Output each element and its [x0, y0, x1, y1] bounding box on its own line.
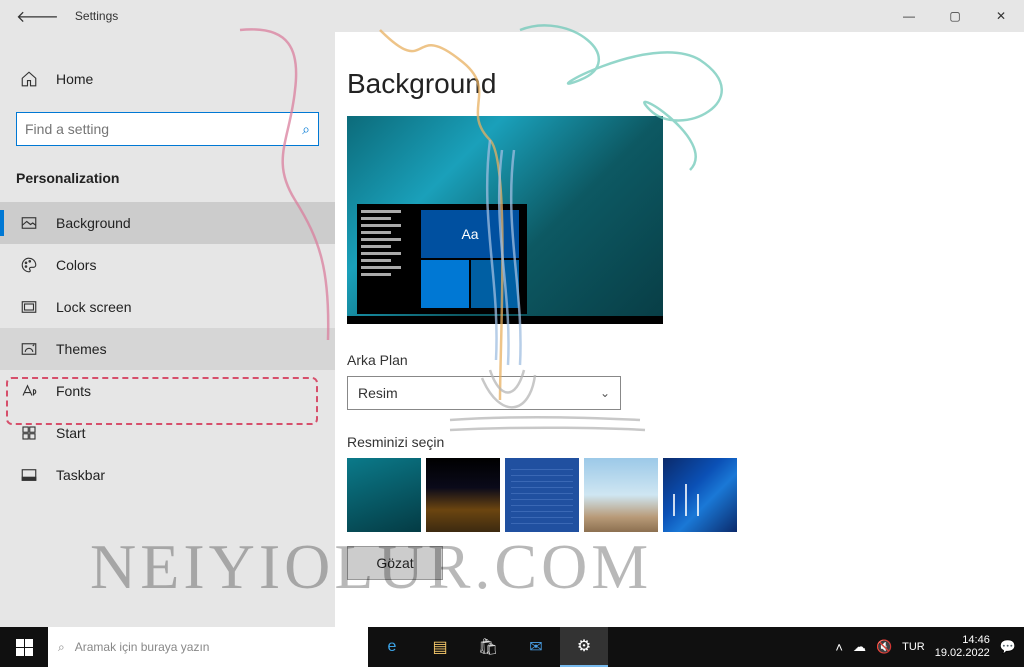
onedrive-icon[interactable]: ☁ [853, 639, 866, 655]
page-title: Background [347, 68, 1000, 100]
palette-icon [20, 256, 38, 274]
section-label: Personalization [0, 164, 335, 202]
picture-thumb[interactable] [347, 458, 421, 532]
taskbar: ⌕ Aramak için buraya yazın e ▤ 🛍 ✉ ⚙ ˄ ☁… [0, 627, 1024, 667]
time-text: 14:46 [962, 634, 990, 647]
store-icon[interactable]: 🛍 [464, 627, 512, 667]
mail-icon[interactable]: ✉ [512, 627, 560, 667]
start-icon [20, 424, 38, 442]
browse-button[interactable]: Gözat [347, 546, 443, 580]
picture-thumb[interactable] [505, 458, 579, 532]
search-box[interactable]: ⌕ [16, 112, 319, 146]
sidebar: Home ⌕ Personalization Background [0, 32, 335, 627]
chevron-down-icon: ⌄ [600, 386, 610, 400]
date-text: 19.02.2022 [935, 647, 990, 660]
sidebar-item-label: Themes [56, 341, 107, 357]
taskbar-icon [20, 466, 38, 484]
edge-icon[interactable]: e [368, 627, 416, 667]
dropdown-value: Resim [358, 385, 398, 401]
sidebar-item-label: Taskbar [56, 467, 105, 483]
choose-picture-label: Resminizi seçin [347, 434, 1000, 450]
picture-thumb[interactable] [426, 458, 500, 532]
start-button[interactable] [0, 627, 48, 667]
lock-screen-icon [20, 298, 38, 316]
desktop-preview: Aa [347, 116, 663, 324]
explorer-icon[interactable]: ▤ [416, 627, 464, 667]
clock[interactable]: 14:46 19.02.2022 [935, 634, 990, 660]
sidebar-item-lock-screen[interactable]: Lock screen [0, 286, 335, 328]
settings-taskbar-icon[interactable]: ⚙ [560, 627, 608, 667]
themes-icon [20, 340, 38, 358]
fonts-icon [20, 382, 38, 400]
sidebar-item-themes[interactable]: Themes [0, 328, 335, 370]
taskbar-search[interactable]: ⌕ Aramak için buraya yazın [48, 627, 368, 667]
tray-chevron-icon[interactable]: ˄ [835, 640, 843, 655]
search-icon: ⌕ [58, 640, 65, 655]
maximize-button[interactable]: ▢ [932, 0, 978, 32]
minimize-button[interactable]: — [886, 0, 932, 32]
search-icon: ⌕ [302, 121, 310, 138]
sidebar-item-label: Colors [56, 257, 96, 273]
window-title: Settings [75, 9, 118, 23]
background-label: Arka Plan [347, 352, 1000, 368]
sidebar-item-label: Fonts [56, 383, 91, 399]
picture-thumb[interactable] [663, 458, 737, 532]
volume-muted-icon[interactable]: 🔇 [876, 639, 892, 655]
windows-icon [16, 639, 33, 656]
settings-window: 🡐 Settings — ▢ ✕ Home ⌕ Personalization [0, 0, 1024, 627]
action-center-icon[interactable]: 💬 [1000, 639, 1016, 655]
language-indicator[interactable]: TUR [902, 641, 925, 653]
sidebar-item-label: Background [56, 215, 131, 231]
sidebar-item-background[interactable]: Background [0, 202, 335, 244]
home-label: Home [56, 71, 93, 87]
sidebar-item-start[interactable]: Start [0, 412, 335, 454]
sidebar-item-taskbar[interactable]: Taskbar [0, 454, 335, 496]
home-nav[interactable]: Home [0, 56, 335, 102]
close-button[interactable]: ✕ [978, 0, 1024, 32]
home-icon [20, 70, 38, 88]
picture-thumbnails [347, 458, 1000, 532]
sidebar-item-label: Start [56, 425, 86, 441]
sidebar-item-colors[interactable]: Colors [0, 244, 335, 286]
sidebar-item-fonts[interactable]: Fonts [0, 370, 335, 412]
system-tray: ˄ ☁ 🔇 TUR 14:46 19.02.2022 💬 [835, 627, 1024, 667]
picture-thumb[interactable] [584, 458, 658, 532]
search-input[interactable] [25, 121, 302, 137]
taskbar-search-placeholder: Aramak için buraya yazın [75, 640, 210, 654]
back-button[interactable]: 🡐 [16, 6, 59, 27]
preview-tile-text: Aa [421, 210, 519, 258]
main-content: Background Aa Arka Plan Resi [335, 32, 1024, 627]
titlebar: 🡐 Settings — ▢ ✕ [0, 0, 1024, 32]
picture-icon [20, 214, 38, 232]
sidebar-item-label: Lock screen [56, 299, 131, 315]
background-dropdown[interactable]: Resim ⌄ [347, 376, 621, 410]
